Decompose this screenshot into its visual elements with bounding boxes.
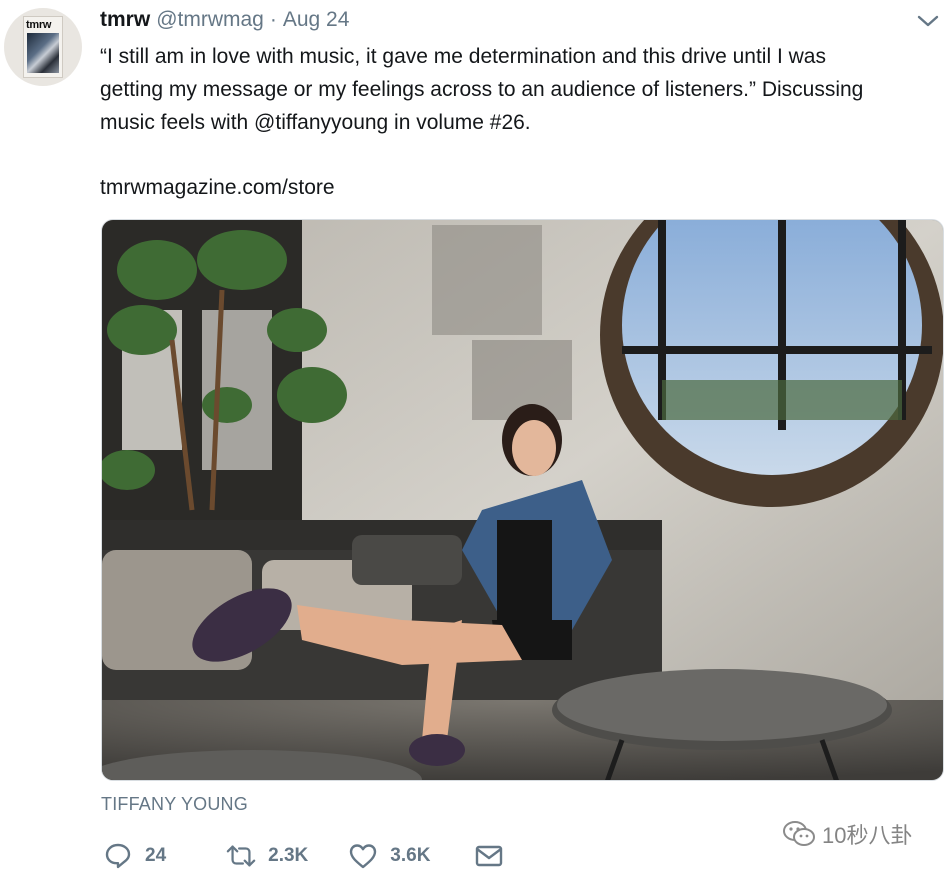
direct-message-button[interactable] (474, 841, 504, 871)
like-button[interactable]: 3.6K (348, 841, 430, 871)
photo-credit: TIFFANY YOUNG (101, 794, 248, 814)
reply-button[interactable]: 24 (103, 841, 166, 871)
author-name[interactable]: tmrw (100, 8, 150, 32)
heart-icon (348, 841, 378, 871)
retweet-icon (226, 841, 256, 871)
wechat-icon (782, 819, 816, 849)
retweet-count: 2.3K (268, 845, 309, 866)
tweet-date[interactable]: Aug 24 (283, 8, 350, 32)
reply-icon (103, 841, 133, 871)
retweet-button[interactable]: 2.3K (226, 841, 308, 871)
chevron-down-icon[interactable] (916, 12, 940, 30)
tweet-photo[interactable] (101, 219, 944, 781)
separator-dot: · (269, 8, 277, 31)
envelope-icon (474, 841, 504, 871)
tweet-text: “I still am in love with music, it gave … (100, 45, 864, 134)
like-count: 3.6K (390, 845, 431, 866)
author-handle[interactable]: @tmrwmag (156, 8, 264, 32)
tweet-actions: 24 2.3K 3.6K (101, 838, 504, 874)
reply-count: 24 (145, 845, 167, 866)
tweet-header: tmrw @tmrwmag · Aug 24 (100, 8, 349, 36)
watermark-text: 10秒八卦 (822, 823, 913, 848)
magazine-cover-image: tmrw (23, 16, 63, 78)
store-link[interactable]: tmrwmagazine.com/store (100, 171, 335, 204)
avatar-logo: tmrw (26, 19, 52, 31)
avatar[interactable]: tmrw (4, 8, 82, 86)
watermark: 10秒八卦 (782, 818, 912, 850)
